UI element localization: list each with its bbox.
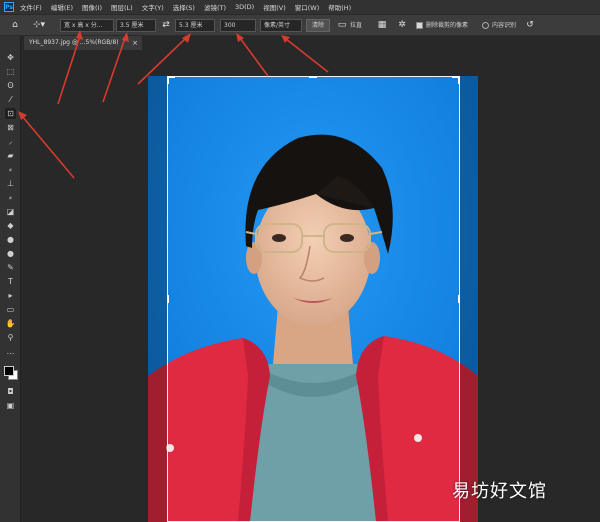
content-aware-label: 内容识别 (492, 22, 517, 29)
crop-handle-top[interactable] (309, 76, 317, 78)
paint-bucket-tool-icon[interactable]: ◆ (5, 220, 16, 231)
clear-button[interactable]: 清除 (306, 19, 330, 32)
resolution-input[interactable]: 300 (220, 19, 256, 32)
zoom-tool-icon[interactable]: ⚲ (5, 332, 16, 343)
ratio-preset-select[interactable]: 宽 x 高 x 分... (60, 19, 114, 32)
menu-view[interactable]: 视图(V) (263, 2, 286, 12)
menu-filter[interactable]: 滤镜(T) (204, 2, 226, 12)
swap-dimensions-icon[interactable]: ⇄ (160, 19, 172, 32)
type-tool-icon[interactable]: T (5, 276, 16, 287)
straighten-label[interactable]: 拉直 (350, 19, 362, 32)
clone-stamp-tool-icon[interactable]: ⊥ (5, 178, 16, 189)
resolution-unit-select[interactable]: 像素/英寸 (260, 19, 302, 32)
gear-icon[interactable]: ✲ (396, 19, 408, 32)
move-tool-icon[interactable]: ✥ (5, 52, 16, 63)
eyedropper-tool-icon[interactable]: ⸝ (5, 136, 16, 147)
content-aware-radio[interactable] (482, 22, 489, 29)
dodge-tool-icon[interactable]: ● (5, 248, 16, 259)
crop-tool-icon[interactable]: ⊡ (5, 108, 16, 119)
rectangle-tool-icon[interactable]: ▭ (5, 304, 16, 315)
magic-wand-tool-icon[interactable]: ⁄ (5, 94, 16, 105)
document-tab[interactable]: YHL_8937.jpg @ ...5%(RGB/8) × (24, 36, 142, 50)
overlay-grid-icon[interactable]: ▦ (376, 19, 388, 32)
healing-brush-tool-icon[interactable]: ▰ (5, 150, 16, 161)
blur-tool-icon[interactable]: ● (5, 234, 16, 245)
crop-tool-preset-icon[interactable]: ⊹▾ (30, 19, 48, 32)
menu-bar: Ps 文件(F) 编辑(E) 图像(I) 图层(L) 文字(Y) 选择(S) 滤… (0, 0, 600, 14)
path-selection-tool-icon[interactable]: ▸ (5, 290, 16, 301)
close-icon[interactable]: × (132, 36, 138, 50)
brush-tool-icon[interactable]: ⸗ (5, 164, 16, 175)
document-tab-title: YHL_8937.jpg @ ...5%(RGB/8) (29, 39, 119, 46)
menu-3d[interactable]: 3D(D) (235, 3, 254, 11)
delete-cropped-label: 删除裁剪的像素 (426, 22, 469, 29)
height-input[interactable]: 5.3 厘米 (175, 19, 215, 32)
menu-file[interactable]: 文件(F) (20, 2, 42, 12)
more-tools-icon[interactable]: … (5, 346, 16, 357)
reset-icon[interactable]: ↺ (524, 19, 536, 32)
watermark-text: 易坊好文馆 (452, 481, 547, 502)
menu-window[interactable]: 窗口(W) (295, 2, 320, 12)
menu-image[interactable]: 图像(I) (82, 2, 102, 12)
crop-shield-right (460, 76, 478, 522)
menu-type[interactable]: 文字(Y) (142, 2, 164, 12)
eraser-tool-icon[interactable]: ◪ (5, 206, 16, 217)
crop-box[interactable] (167, 76, 460, 522)
crop-shield-left (148, 76, 167, 522)
photoshop-logo: Ps (4, 2, 14, 12)
foreground-color-swatch[interactable] (4, 366, 14, 376)
pen-tool-icon[interactable]: ✎ (5, 262, 16, 273)
options-bar: ⌂ ⊹▾ 宽 x 高 x 分... 3.5 厘米 ⇄ 5.3 厘米 300 像素… (0, 14, 600, 36)
menu-edit[interactable]: 编辑(E) (51, 2, 73, 12)
hand-tool-icon[interactable]: ✋ (5, 318, 16, 329)
straighten-icon[interactable]: ▭ (336, 19, 348, 32)
crop-handle-right[interactable] (458, 295, 460, 303)
crop-handle-left[interactable] (167, 295, 169, 303)
history-brush-tool-icon[interactable]: ⸗ (5, 192, 16, 203)
delete-cropped-checkbox[interactable] (416, 22, 423, 29)
marquee-tool-icon[interactable]: ⬚ (5, 66, 16, 77)
screen-mode-icon[interactable]: ▣ (5, 400, 16, 411)
frame-tool-icon[interactable]: ⊠ (5, 122, 16, 133)
crop-handle-top-right-v[interactable] (458, 76, 460, 84)
quick-mask-icon[interactable]: ◘ (5, 386, 16, 397)
home-icon[interactable]: ⌂ (8, 19, 22, 32)
menu-layer[interactable]: 图层(L) (111, 2, 133, 12)
menu-select[interactable]: 选择(S) (173, 2, 195, 12)
lasso-tool-icon[interactable]: ʘ (5, 80, 16, 91)
menu-help[interactable]: 帮助(H) (328, 2, 351, 12)
document-tab-row: YHL_8937.jpg @ ...5%(RGB/8) × (21, 36, 600, 50)
tools-panel: ✥ ⬚ ʘ ⁄ ⊡ ⊠ ⸝ ▰ ⸗ ⊥ ⸗ ◪ ◆ ● ● ✎ T ▸ ▭ ✋ … (0, 36, 21, 522)
crop-handle-top-left-v[interactable] (167, 76, 169, 84)
width-input[interactable]: 3.5 厘米 (116, 19, 156, 32)
